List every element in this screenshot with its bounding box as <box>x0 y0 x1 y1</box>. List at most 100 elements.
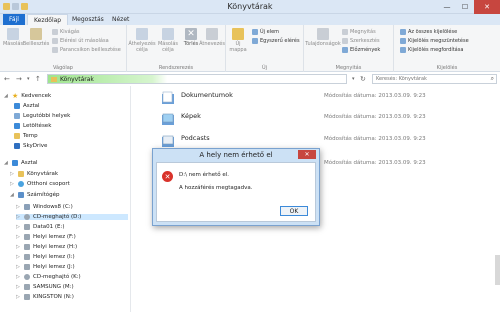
file-name: Képek <box>181 112 201 120</box>
nav-item-libraries[interactable]: ▷ Könyvtárak <box>10 171 58 177</box>
up-arrow-icon[interactable]: ↑ <box>35 75 41 83</box>
recent-chevron-icon[interactable]: ▾ <box>27 76 30 82</box>
select-none-button[interactable]: Kijelölés megszüntetése <box>400 38 469 44</box>
paste-shortcut-label: Parancsikon beillesztése <box>60 47 121 53</box>
nav-drive[interactable]: ▷ SAMSUNG (M:) <box>16 284 74 290</box>
nav-drive[interactable]: ▷ Helyi lemez (F:) <box>16 234 76 240</box>
collapse-arrow-icon[interactable]: ▷ <box>10 181 15 187</box>
delete-button[interactable]: ✕ Törlés <box>183 28 199 47</box>
address-dropdown-icon[interactable]: ▾ <box>352 76 355 82</box>
easy-access-button[interactable]: Egyszerű elérés <box>252 38 300 44</box>
select-all-button[interactable]: Az összes kijelölése <box>400 29 457 35</box>
search-input[interactable] <box>373 75 483 83</box>
nav-item-skydrive[interactable]: SkyDrive <box>14 143 47 149</box>
nav-drive[interactable]: ▷ Windows8 (C:) <box>16 204 73 210</box>
collapse-arrow-icon[interactable]: ▷ <box>16 274 21 280</box>
copy-to-icon <box>162 28 174 40</box>
properties-button[interactable]: Tulajdonságok <box>305 28 341 47</box>
nav-drive[interactable]: ▷ Helyi lemez (H:) <box>16 244 77 250</box>
nav-item-downloads[interactable]: Letöltések <box>14 123 51 129</box>
address-row: ← → ▾ ↑ Könyvtárak ▾ ↻ ⌕ <box>0 73 500 85</box>
copy-label: Másolás <box>2 41 24 47</box>
nav-drive-selected[interactable]: ▷ CD-meghajtó (D:) <box>16 214 128 220</box>
collapse-arrow-icon[interactable]: ▷ <box>16 234 21 240</box>
move-to-button[interactable]: Áthelyezés célja <box>128 28 156 53</box>
group-clipboard: Másolás Beillesztés Kivágás Elérési út m… <box>0 25 127 72</box>
back-arrow-icon[interactable]: ← <box>4 75 10 83</box>
ok-button[interactable]: OK <box>280 206 308 216</box>
list-item[interactable]: Dokumentumok Módosítás dátuma: 2013.03.0… <box>161 89 481 109</box>
navigation-pane: ◢ ★ Kedvencek Asztal Legutóbbi helyek Le… <box>0 86 130 312</box>
tab-file[interactable]: Fájl <box>3 14 25 25</box>
new-folder-button[interactable]: Új mappa <box>229 28 247 53</box>
address-bar[interactable]: Könyvtárak <box>47 74 347 84</box>
expand-arrow-icon[interactable]: ◢ <box>4 93 9 99</box>
new-item-button[interactable]: Új elem <box>252 29 279 35</box>
nav-drive[interactable]: ▷ Data01 (E:) <box>16 224 65 230</box>
edit-button[interactable]: Szerkesztés <box>342 38 380 44</box>
collapse-arrow-icon[interactable]: ▷ <box>16 254 21 260</box>
nav-favorites[interactable]: ◢ ★ Kedvencek <box>4 92 51 100</box>
collapse-arrow-icon[interactable]: ▷ <box>16 224 21 230</box>
nav-drive[interactable]: ▷ Helyi lemez (J:) <box>16 264 75 270</box>
tab-home[interactable]: Kezdőlap <box>27 14 69 25</box>
dialog-body: ✕ D:\ nem érhető el. A hozzáférés megtag… <box>156 162 316 222</box>
edit-icon <box>342 38 348 44</box>
open-button[interactable]: Megnyitás <box>342 29 376 35</box>
cd-drive-icon <box>24 214 30 220</box>
nav-item-label: Temp <box>23 133 38 139</box>
nav-drive[interactable]: ▷ CD-meghajtó (K:) <box>16 274 81 280</box>
nav-desktop-root[interactable]: ◢ Asztal <box>4 160 38 166</box>
nav-item-recent-places[interactable]: Legutóbbi helyek <box>14 113 70 119</box>
close-button[interactable]: ✕ <box>474 0 500 14</box>
nav-item-desktop[interactable]: Asztal <box>14 103 40 109</box>
expand-arrow-icon[interactable]: ◢ <box>4 160 9 166</box>
edit-label: Szerkesztés <box>350 38 380 44</box>
minimize-button[interactable]: — <box>438 0 456 14</box>
tab-view[interactable]: Nézet <box>106 14 135 25</box>
history-button[interactable]: Előzmények <box>342 47 380 53</box>
tab-share[interactable]: Megosztás <box>66 14 110 25</box>
nav-item-label: Helyi lemez (H:) <box>33 244 78 250</box>
nav-item-homegroup[interactable]: ▷ Otthoni csoport <box>10 181 70 187</box>
breadcrumb[interactable]: Könyvtárak <box>60 76 94 83</box>
dialog-close-button[interactable]: ✕ <box>298 150 316 159</box>
copy-to-button[interactable]: Másolás célja <box>157 28 179 53</box>
collapse-arrow-icon[interactable]: ▷ <box>16 284 21 290</box>
copy-path-button[interactable]: Elérési út másolása <box>52 38 109 44</box>
cut-button[interactable]: Kivágás <box>52 29 80 35</box>
expand-arrow-icon[interactable]: ◢ <box>10 192 15 198</box>
forward-arrow-icon[interactable]: → <box>16 75 22 83</box>
search-box[interactable]: ⌕ <box>372 74 497 84</box>
file-name: Dokumentumok <box>181 91 233 99</box>
collapse-arrow-icon[interactable]: ▷ <box>16 294 21 300</box>
collapse-arrow-icon[interactable]: ▷ <box>16 204 21 210</box>
downloads-icon <box>14 123 20 129</box>
drive-icon <box>24 254 30 260</box>
nav-computer[interactable]: ◢ Számítógép <box>10 192 60 198</box>
invert-selection-icon <box>400 47 406 53</box>
invert-selection-button[interactable]: Kijelölés megfordítása <box>400 47 463 53</box>
collapse-arrow-icon[interactable]: ▷ <box>16 244 21 250</box>
rename-icon <box>206 28 218 40</box>
window-title: Könyvtárak <box>227 2 273 11</box>
search-icon[interactable]: ⌕ <box>491 75 494 83</box>
collapse-arrow-icon[interactable]: ▷ <box>16 214 21 220</box>
maximize-button[interactable]: ☐ <box>456 0 474 14</box>
collapse-arrow-icon[interactable]: ▷ <box>16 264 21 270</box>
paste-button[interactable]: Beillesztés <box>23 28 49 47</box>
refresh-icon[interactable]: ↻ <box>360 75 366 83</box>
paste-shortcut-button[interactable]: Parancsikon beillesztése <box>52 47 121 53</box>
vertical-scrollbar[interactable] <box>495 255 500 285</box>
dialog-message: D:\ nem érhető el. <box>179 172 230 178</box>
nav-drive[interactable]: ▷ Helyi lemez (I:) <box>16 254 75 260</box>
nav-drive[interactable]: ▷ KINGSTON (N:) <box>16 294 74 300</box>
nav-item-label: Helyi lemez (F:) <box>33 234 76 240</box>
collapse-arrow-icon[interactable]: ▷ <box>10 171 15 177</box>
desktop-icon <box>12 160 18 166</box>
list-item[interactable]: Képek Módosítás dátuma: 2013.03.09. 9:23 <box>161 110 481 130</box>
rename-button[interactable]: Átnevezés <box>199 28 225 47</box>
copy-button[interactable]: Másolás <box>2 28 24 47</box>
nav-item-label: SAMSUNG (M:) <box>33 284 74 290</box>
nav-item-temp[interactable]: Temp <box>14 133 38 139</box>
